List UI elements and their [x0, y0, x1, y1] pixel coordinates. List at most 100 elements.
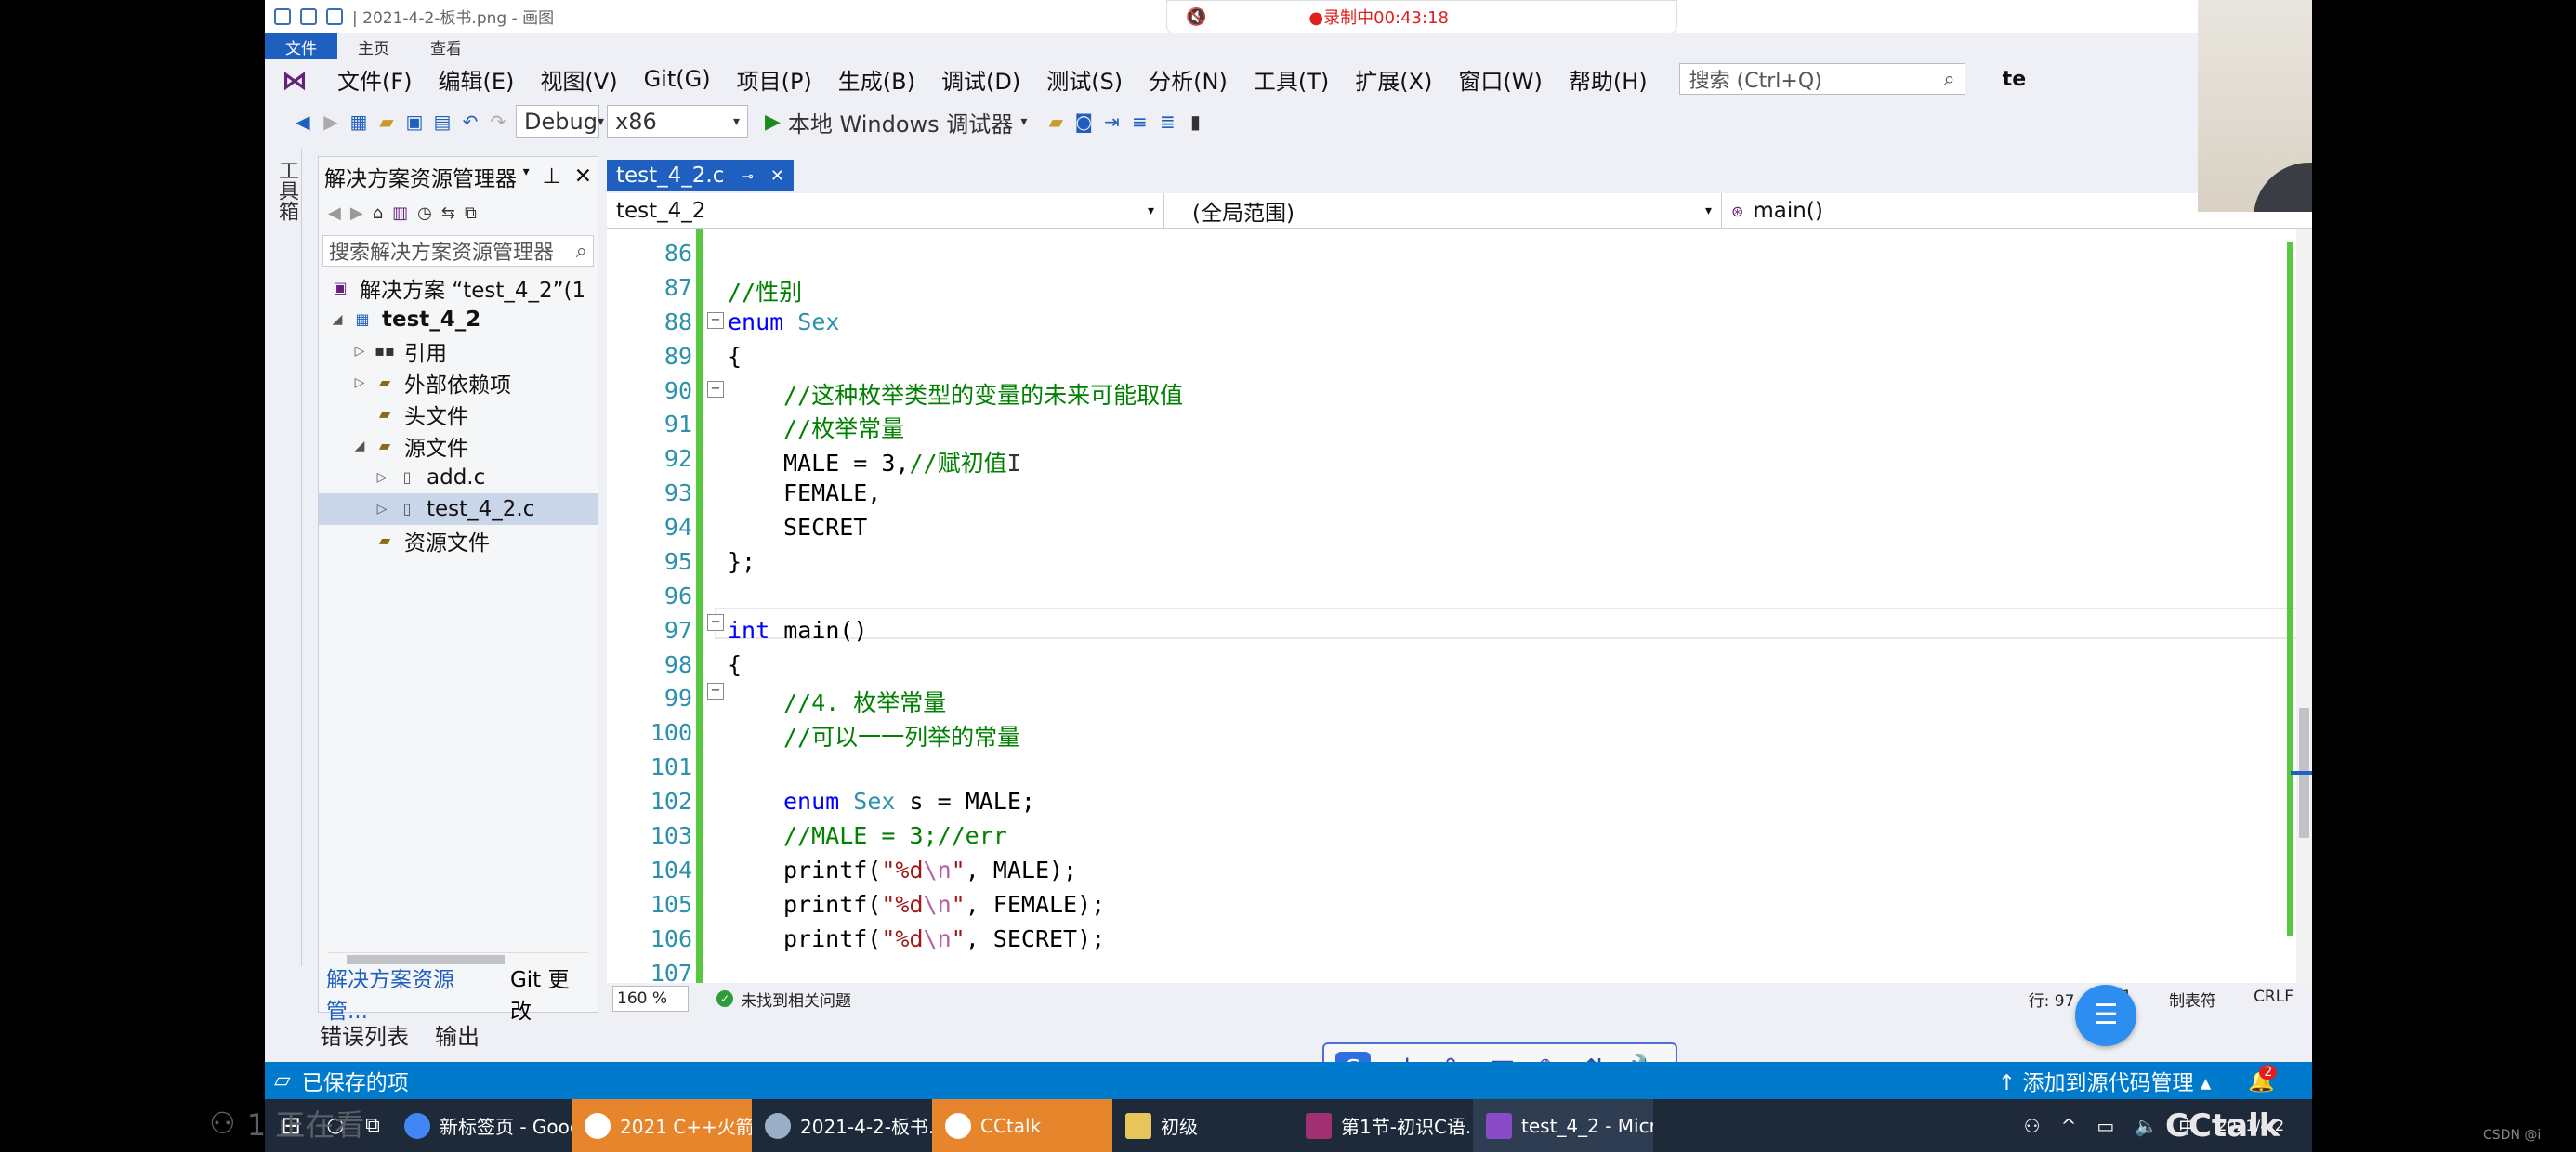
add-to-source-control-button[interactable]: ↑ 添加到源代码管理 ▴ [1998, 1065, 2211, 1096]
collapsed-icon[interactable]: ▷ [352, 344, 367, 359]
taskbar-item-cctalk[interactable]: CCtalk [932, 1099, 1112, 1152]
menu-tools[interactable]: 工具(T) [1241, 63, 1342, 96]
paint-tab-view[interactable]: 查看 [410, 33, 482, 59]
tab-output[interactable]: 输出 [435, 1018, 480, 1051]
menu-extensions[interactable]: 扩展(X) [1342, 63, 1445, 96]
new-project-icon[interactable]: ▦ [348, 111, 369, 132]
undo-icon[interactable]: ↶ [460, 111, 480, 132]
vertical-scrollbar[interactable] [2291, 229, 2312, 983]
close-icon[interactable]: ✕ [574, 164, 592, 189]
code-editor[interactable]: 86 87 88 89 90 91 92 93 94 95 96 97 98 9… [607, 229, 2312, 987]
bookmark-icon[interactable]: ▮ [1185, 111, 1205, 132]
close-icon[interactable]: ✕ [770, 166, 784, 186]
volume-icon[interactable]: 🔈 [2135, 1115, 2158, 1137]
fold-toggle-icon[interactable]: − [707, 381, 724, 398]
menu-edit[interactable]: 编辑(E) [426, 63, 528, 96]
redo-icon[interactable] [326, 7, 343, 25]
tab-git-changes[interactable]: Git 更改 [503, 962, 598, 1025]
line-indicator[interactable]: 行: 97 [2029, 988, 2075, 1011]
project-dropdown[interactable]: test_4_2 ▾ [607, 193, 1164, 229]
taskbar-item-folder[interactable]: 初级 [1112, 1099, 1293, 1152]
menu-view[interactable]: 视图(V) [527, 63, 630, 96]
folder-icon[interactable]: ▰ [1045, 111, 1066, 132]
tree-item-resource-files[interactable]: ▰ 资源文件 [319, 525, 598, 556]
people-icon[interactable]: ⚇ [2024, 1115, 2041, 1137]
collapse-icon[interactable]: ⧉ [465, 203, 477, 223]
save-all-icon[interactable]: ▤ [432, 111, 453, 132]
solution-search-input[interactable]: 搜索解决方案资源管理器 ⌕ [322, 235, 594, 267]
collapsed-icon[interactable]: ▷ [352, 375, 367, 390]
open-file-icon[interactable]: ▰ [376, 111, 397, 132]
taskbar-item-paint[interactable]: 2021-4-2-板书... [752, 1099, 932, 1152]
menu-project[interactable]: 项目(P) [724, 63, 825, 96]
collapsed-icon[interactable]: ▷ [375, 502, 389, 517]
undo-icon[interactable] [300, 7, 317, 25]
save-icon[interactable] [274, 7, 291, 25]
fold-toggle-icon[interactable]: − [707, 614, 724, 631]
menu-help[interactable]: 帮助(H) [1556, 63, 1661, 96]
taskbar-item-course[interactable]: 2021 C++火箭... [572, 1099, 752, 1152]
forward-icon[interactable]: ▶ [350, 203, 363, 223]
search-box[interactable]: 搜索 (Ctrl+Q) ⌕ [1678, 63, 1965, 95]
taskbar-item-powerpoint[interactable]: 第1节-初识C语... [1293, 1099, 1473, 1152]
paint-tab-file[interactable]: 文件 [265, 33, 337, 59]
code-line-102: enum Sex s = MALE; [783, 788, 1035, 815]
fold-toggle-icon[interactable]: − [707, 683, 724, 700]
menu-debug[interactable]: 调试(D) [928, 63, 1033, 96]
eol-indicator[interactable]: CRLF [2254, 988, 2293, 1011]
back-icon[interactable]: ◀ [328, 203, 341, 223]
step-icon[interactable]: ⇥ [1101, 111, 1122, 132]
tree-item-add-c[interactable]: ▷ ▯ add.c [319, 462, 598, 493]
pin-icon[interactable]: ⊸ [741, 167, 753, 185]
platform-select[interactable]: x86 ▾ [607, 105, 748, 138]
menu-window[interactable]: 窗口(W) [1445, 63, 1555, 96]
uncomment-icon[interactable]: ≣ [1157, 111, 1177, 132]
camera-icon[interactable]: ◙ [1073, 111, 1094, 132]
back-icon[interactable]: ◀ [293, 111, 313, 132]
config-select[interactable]: Debug ▾ [516, 105, 604, 138]
collapsed-icon[interactable]: ▷ [375, 470, 389, 485]
tree-item-header-files[interactable]: ▰ 头文件 [319, 399, 598, 430]
switch-view-icon[interactable]: ▥ [392, 203, 408, 223]
menu-analyze[interactable]: 分析(N) [1136, 63, 1241, 96]
history-icon[interactable]: ◷ [417, 203, 432, 223]
home-icon[interactable]: ⌂ [373, 203, 383, 223]
expanded-icon[interactable]: ◢ [330, 312, 345, 327]
tree-item-source-files[interactable]: ◢ ▰ 源文件 [319, 430, 598, 462]
fold-toggle-icon[interactable]: − [707, 312, 724, 329]
menu-test[interactable]: 测试(S) [1033, 63, 1136, 96]
chevron-up-icon[interactable]: ^ [2061, 1115, 2077, 1137]
sync-icon[interactable]: ⇆ [441, 203, 455, 223]
chat-bubble-icon[interactable]: ☰ [2075, 985, 2136, 1046]
tree-item-external-deps[interactable]: ▷ ▰ 外部依赖项 [319, 367, 598, 399]
tabs-indicator[interactable]: 制表符 [2169, 988, 2216, 1011]
menu-build[interactable]: 生成(B) [825, 63, 928, 96]
zoom-select[interactable]: 160 % [612, 986, 689, 1012]
issues-indicator[interactable]: ✓ 未找到相关问题 [716, 988, 851, 1011]
taskbar-item-visual-studio[interactable]: test_4_2 - Micr... [1473, 1099, 1653, 1152]
tree-item-test-4-2-c[interactable]: ▷ ▯ test_4_2.c [319, 493, 598, 525]
taskbar-item-chrome[interactable]: 新标签页 - Goog... [391, 1099, 572, 1152]
forward-icon[interactable]: ▶ [321, 111, 341, 132]
comment-icon[interactable]: ≡ [1129, 111, 1150, 132]
dropdown-icon[interactable]: ▾ [523, 164, 530, 189]
start-debugging-button[interactable]: ▶ 本地 Windows 调试器 ▾ [765, 106, 1027, 138]
redo-icon[interactable]: ↷ [488, 111, 508, 132]
tree-item-solution[interactable]: ▣ 解决方案 “test_4_2”(1 [319, 272, 598, 304]
network-icon[interactable]: ▭ [2096, 1115, 2114, 1137]
tree-item-references[interactable]: ▷ ▪▪ 引用 [319, 335, 598, 367]
mute-icon[interactable]: 🔇 [1186, 7, 1206, 27]
menu-file[interactable]: 文件(F) [324, 63, 426, 96]
menu-git[interactable]: Git(G) [631, 66, 724, 92]
toolbox-strip[interactable]: 工具箱 [265, 149, 302, 966]
notifications-bell-icon[interactable]: 🔔 2 [2248, 1064, 2278, 1093]
code-line-90: //这种枚举类型的变量的未来可能取值 [783, 377, 1183, 411]
tree-item-project[interactable]: ◢ ▦ test_4_2 [319, 304, 598, 335]
save-file-icon[interactable]: ▣ [404, 111, 425, 132]
tab-error-list[interactable]: 错误列表 [320, 1018, 409, 1051]
paint-tab-home[interactable]: 主页 [337, 33, 410, 59]
pin-icon[interactable]: ⊥ [543, 164, 561, 189]
tab-test-4-2-c[interactable]: test_4_2.c ⊸ ✕ [607, 160, 794, 191]
expanded-icon[interactable]: ◢ [352, 439, 367, 453]
scope-dropdown[interactable]: (全局范围) ▾ [1164, 193, 1722, 229]
